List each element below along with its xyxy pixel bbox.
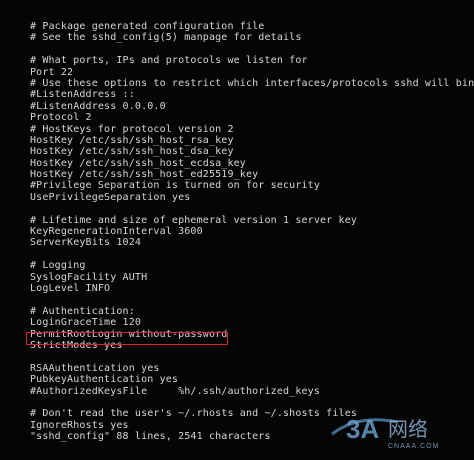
- terminal-line: ServerKeyBits 1024: [30, 237, 142, 249]
- terminal-line: LoginGraceTime 120: [30, 317, 142, 329]
- terminal-line: # Package generated configuration file: [30, 21, 265, 32]
- terminal-line: #Privilege Separation is turned on for s…: [30, 180, 321, 192]
- watermark-sub-text: CNAAA.COM: [388, 443, 439, 450]
- terminal-line: # See the sshd_config(5) manpage for det…: [30, 32, 302, 44]
- terminal-line: HostKey /etc/ssh/ssh_host_dsa_key: [30, 146, 234, 158]
- terminal-line: #ListenAddress ::: [30, 89, 135, 101]
- terminal-line: #ListenAddress 0.0.0.0: [30, 100, 166, 112]
- terminal-line: # Logging: [30, 260, 86, 272]
- terminal-line: # Lifetime and size of ephemeral version…: [30, 214, 358, 226]
- terminal-line: Port 22: [30, 66, 74, 78]
- terminal-line: RSAAuthentication yes: [30, 362, 160, 374]
- terminal-line: HostKey /etc/ssh/ssh_host_ecdsa_key: [30, 157, 246, 169]
- terminal-line: # What ports, IPs and protocols we liste…: [30, 55, 308, 67]
- terminal-line: # HostKeys for protocol version 2: [30, 123, 234, 135]
- terminal-line: UsePrivilegeSeparation yes: [30, 191, 191, 203]
- terminal-line: LogLevel INFO: [30, 282, 111, 294]
- terminal-line: # Use these options to restrict which in…: [30, 77, 474, 89]
- watermark-logo-text: 3A: [346, 414, 379, 444]
- terminal-window[interactable]: # Package generated configuration file #…: [0, 0, 474, 460]
- terminal-line: HostKey /etc/ssh/ssh_host_rsa_key: [30, 134, 234, 146]
- config-file-lines: # Package generated configuration file #…: [30, 21, 474, 442]
- terminal-line: HostKey /etc/ssh/ssh_host_ed25519_key: [30, 169, 259, 181]
- terminal-line: # Authentication:: [30, 305, 135, 317]
- terminal-line: Protocol 2: [30, 112, 92, 124]
- terminal-line: KeyRegenerationInterval 3600: [30, 226, 203, 238]
- terminal-line: SyslogFacility AUTH: [30, 271, 148, 283]
- watermark-logo: 3A 网络 CNAAA.COM: [331, 414, 439, 450]
- watermark-cn-text: 网络: [388, 417, 428, 441]
- terminal-line: PubkeyAuthentication yes: [30, 374, 179, 386]
- terminal-line: #AuthorizedKeysFile %h/.ssh/authorized_k…: [30, 385, 321, 397]
- highlight-box: [26, 332, 228, 345]
